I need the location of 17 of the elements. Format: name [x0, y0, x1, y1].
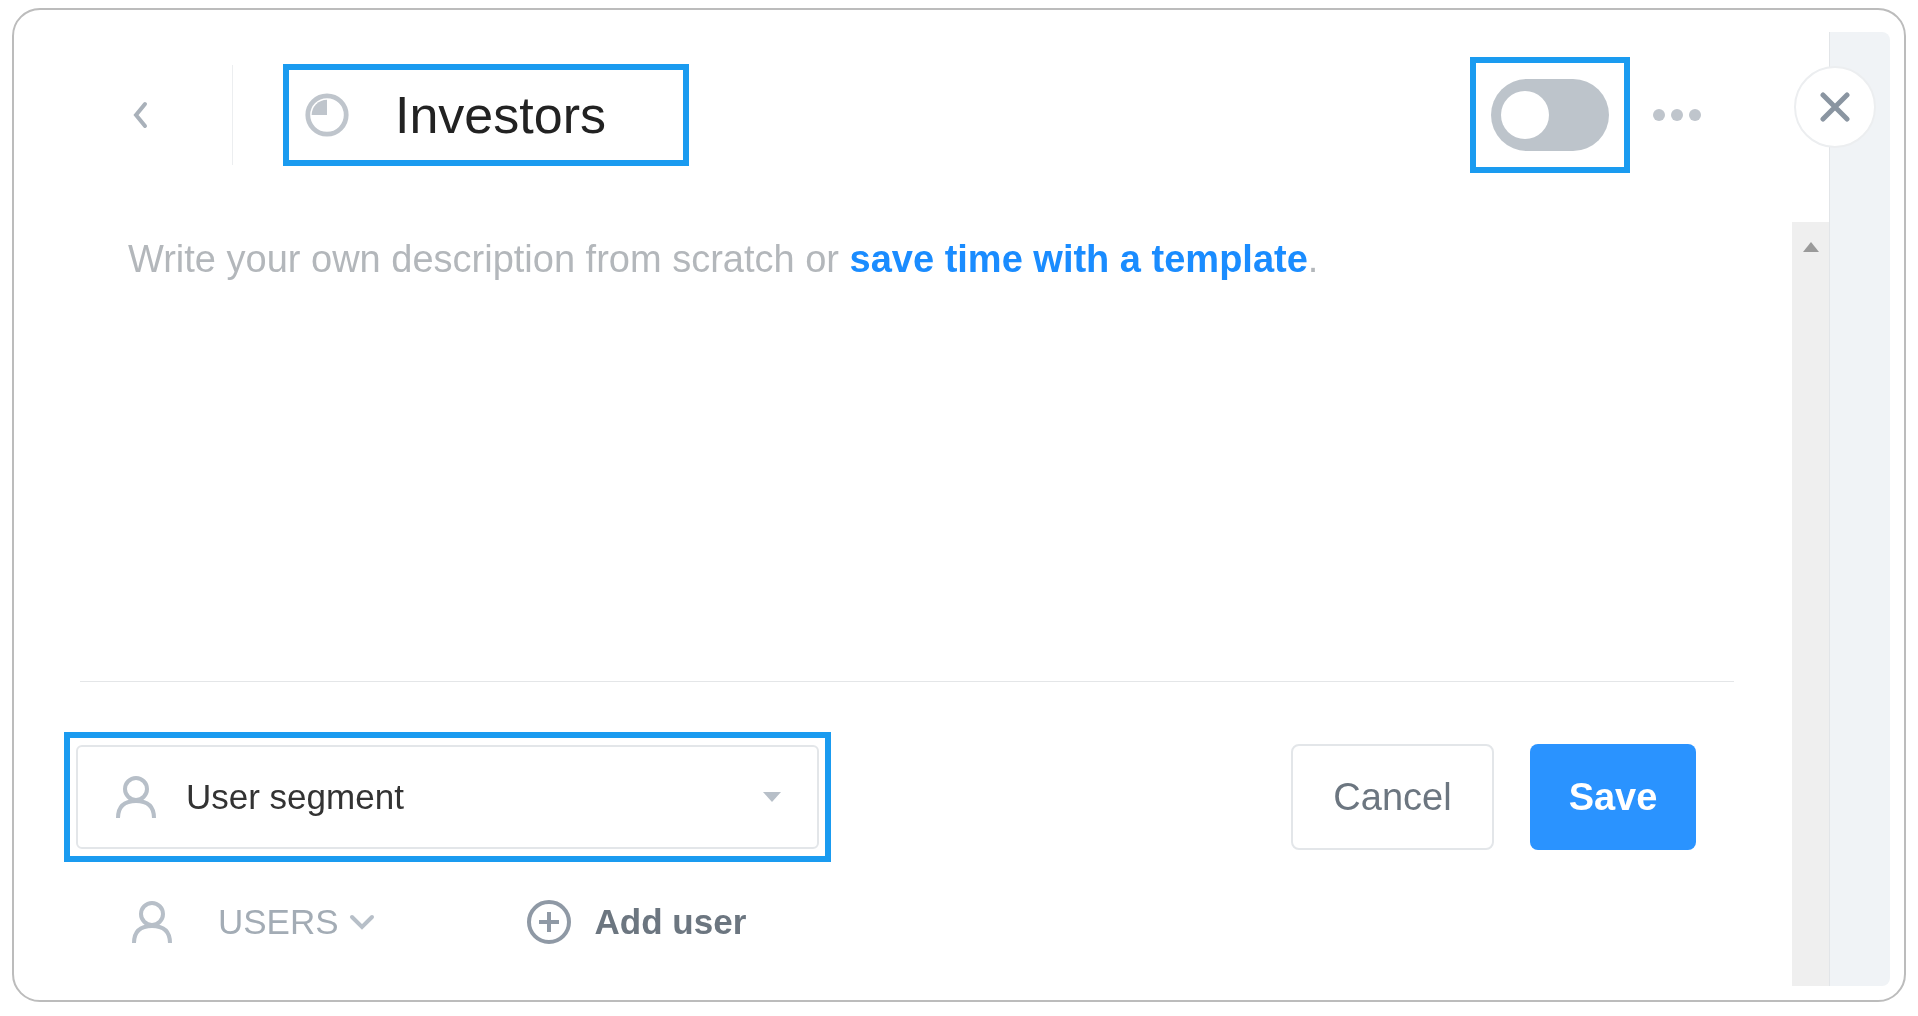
- dropdown-caret-icon: [763, 792, 781, 802]
- template-link[interactable]: save time with a template: [849, 238, 1308, 280]
- cancel-button[interactable]: Cancel: [1291, 744, 1494, 850]
- description-text: Write your own description from scratch or save time with a template.: [128, 238, 1320, 281]
- save-button[interactable]: Save: [1530, 744, 1696, 850]
- add-user-button[interactable]: Add user: [594, 902, 747, 942]
- scroll-up-icon[interactable]: [1802, 242, 1819, 252]
- pie-chart-icon: [303, 91, 351, 139]
- back-icon[interactable]: [132, 101, 148, 129]
- user-icon: [130, 899, 174, 945]
- segment-dropdown[interactable]: User segment: [76, 745, 819, 849]
- close-icon: [1820, 92, 1850, 122]
- add-icon[interactable]: [524, 898, 573, 946]
- page-title: Investors: [395, 85, 606, 145]
- chevron-down-icon[interactable]: [348, 914, 375, 930]
- more-icon[interactable]: [1652, 108, 1702, 122]
- user-icon: [114, 774, 158, 820]
